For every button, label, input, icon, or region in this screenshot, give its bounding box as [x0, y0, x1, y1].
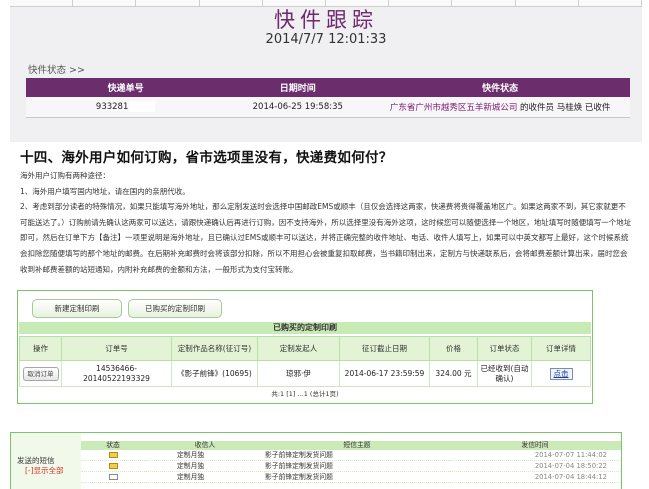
- order-status-cell: 已经收到(自动确认): [477, 360, 532, 387]
- work-cell: 《影子前锋》(10695): [171, 360, 258, 387]
- message-row[interactable]: 定制月独 影子前锋定制发货问题 2014-07-04 18:50:22: [81, 460, 621, 472]
- action-cell: 取消订单: [19, 360, 62, 387]
- col-initiator: 定制发起人: [257, 336, 340, 361]
- col-price: 价格: [429, 336, 478, 361]
- cancel-order-button[interactable]: 取消订单: [22, 366, 59, 381]
- redacted-block: [129, 101, 156, 113]
- deadline-cell: 2014-06-17 23:59:59: [339, 360, 430, 387]
- msg-recipient: 定制月独: [145, 471, 265, 483]
- express-tracking-panel: 快件跟踪 2014/7/7 12:01:33 快件状态 >> 快递单号 日期时间…: [10, 0, 643, 142]
- col-action: 操作: [19, 336, 62, 361]
- envelope-closed-icon: [108, 463, 118, 469]
- pagination[interactable]: 共:1 [1] ...1 (总计1页): [18, 388, 592, 398]
- show-all-link[interactable]: [-]显示全部: [25, 465, 64, 476]
- msg-status-cell: [81, 471, 145, 483]
- col-tracking-no: 快递单号: [26, 78, 226, 97]
- col-send-time: 发信时间: [449, 441, 621, 450]
- col-detail: 订单详情: [531, 336, 591, 361]
- envelope-open-icon: [108, 474, 118, 480]
- order-detail-link[interactable]: 点击: [549, 367, 573, 380]
- price-cell: 324.00 元: [429, 360, 478, 387]
- tracking-datetime: 2014/7/7 12:01:33: [265, 32, 387, 47]
- msg-recipient: 定制月独: [145, 450, 265, 461]
- msg-subject[interactable]: 影子前锋定制发货问题: [265, 460, 449, 472]
- sent-messages-panel: 发送的短信 [-]显示全部 状态 收信人 短信主题 发信时间 定制月独 影子前锋…: [10, 432, 622, 489]
- status-location: 广东省广州市越秀区五羊新城公司: [389, 102, 518, 113]
- table-row: 取消订单 14536466-20140522193329 《影子前锋》(1069…: [19, 360, 591, 387]
- message-row[interactable]: 定制月独 影子前锋定制发货问题 2014-07-07 11:44:02: [81, 450, 621, 461]
- msg-status-cell: [81, 460, 145, 472]
- col-recipient: 收信人: [145, 441, 265, 450]
- faq-paragraph-2: 2、考虑到部分读者的特殊情况，如果只能填写海外地址，那么定制发送时会选择中国邮政…: [20, 202, 632, 274]
- tracking-number-cell: 933281: [26, 97, 226, 118]
- tracking-datetime-cell: 2014-06-25 19:58:35: [225, 97, 371, 118]
- faq-paragraph-1: 1、海外用户填写国内地址，请在国内的亲朋代收。: [20, 186, 190, 196]
- tracking-title: 快件跟踪: [274, 8, 378, 32]
- msg-subject[interactable]: 影子前锋定制发货问题: [265, 450, 449, 461]
- tracking-table: 快递单号 日期时间 快件状态 933281 2014-06-25 19:58:3…: [26, 78, 630, 118]
- faq-heading: 十四、海外用户如何订购，省市选项里没有，快递费如何付？: [20, 150, 393, 166]
- msg-status-cell: [81, 450, 145, 461]
- envelope-closed-icon: [108, 452, 118, 458]
- msg-time: 2014-07-07 11:44:02: [449, 450, 621, 461]
- col-datetime: 日期时间: [225, 78, 371, 97]
- status-courier: 的收件员 马桂焕 已收件: [520, 102, 611, 113]
- messages-sidebar: 发送的短信 [-]显示全部: [11, 433, 81, 489]
- col-order-no: 订单号: [61, 336, 172, 361]
- tracking-status-label: 快件状态 >>: [28, 65, 85, 76]
- custom-orders-table: 操作 订单号 定制作品名称(征订号) 定制发起人 征订截止日期 价格 订单状态 …: [19, 336, 591, 387]
- msg-subject[interactable]: 影子前锋定制发货问题: [265, 471, 449, 483]
- message-row[interactable]: 定制月独 影子前锋定制发货问题 2014-07-04 18:44:12: [81, 471, 621, 483]
- msg-time: 2014-07-04 18:50:22: [449, 460, 621, 472]
- order-no-cell: 14536466-20140522193329: [61, 360, 172, 387]
- table-row: 933281 2014-06-25 19:58:35 广东省广州市越秀区五羊新城…: [26, 97, 630, 118]
- bought-custom-print-button[interactable]: 已购买的定制印刷: [128, 299, 222, 318]
- col-subject: 短信主题: [265, 441, 449, 450]
- tracking-number: 933281: [95, 102, 129, 113]
- custom-print-panel: 新建定制印刷 已购买的定制印刷 已购买的定制印刷 操作 订单号 定制作品名称(征…: [17, 290, 593, 404]
- col-status: 订单状态: [477, 336, 532, 361]
- new-custom-print-button[interactable]: 新建定制印刷: [32, 299, 122, 318]
- msg-time: 2014-07-04 18:44:12: [449, 471, 621, 483]
- tracking-status-cell: 广东省广州市越秀区五羊新城公司 的收件员 马桂焕 已收件: [370, 97, 630, 118]
- col-msg-status: 状态: [81, 441, 145, 450]
- col-work: 定制作品名称(征订号): [171, 336, 258, 361]
- col-deadline: 征订截止日期: [339, 336, 430, 361]
- col-status: 快件状态: [370, 78, 630, 97]
- detail-cell: 点击: [531, 360, 591, 387]
- faq-intro: 海外用户订购有两种途径：: [20, 171, 110, 180]
- custom-print-title: 已购买的定制印刷: [19, 322, 591, 334]
- msg-recipient: 定制月独: [145, 460, 265, 472]
- messages-table: 状态 收信人 短信主题 发信时间 定制月独 影子前锋定制发货问题 2014-07…: [81, 441, 621, 483]
- faq-section: 十四、海外用户如何订购，省市选项里没有，快递费如何付？ 海外用户订购有两种途径：…: [20, 148, 632, 277]
- initiator-cell: 琼邪·伊: [257, 360, 340, 387]
